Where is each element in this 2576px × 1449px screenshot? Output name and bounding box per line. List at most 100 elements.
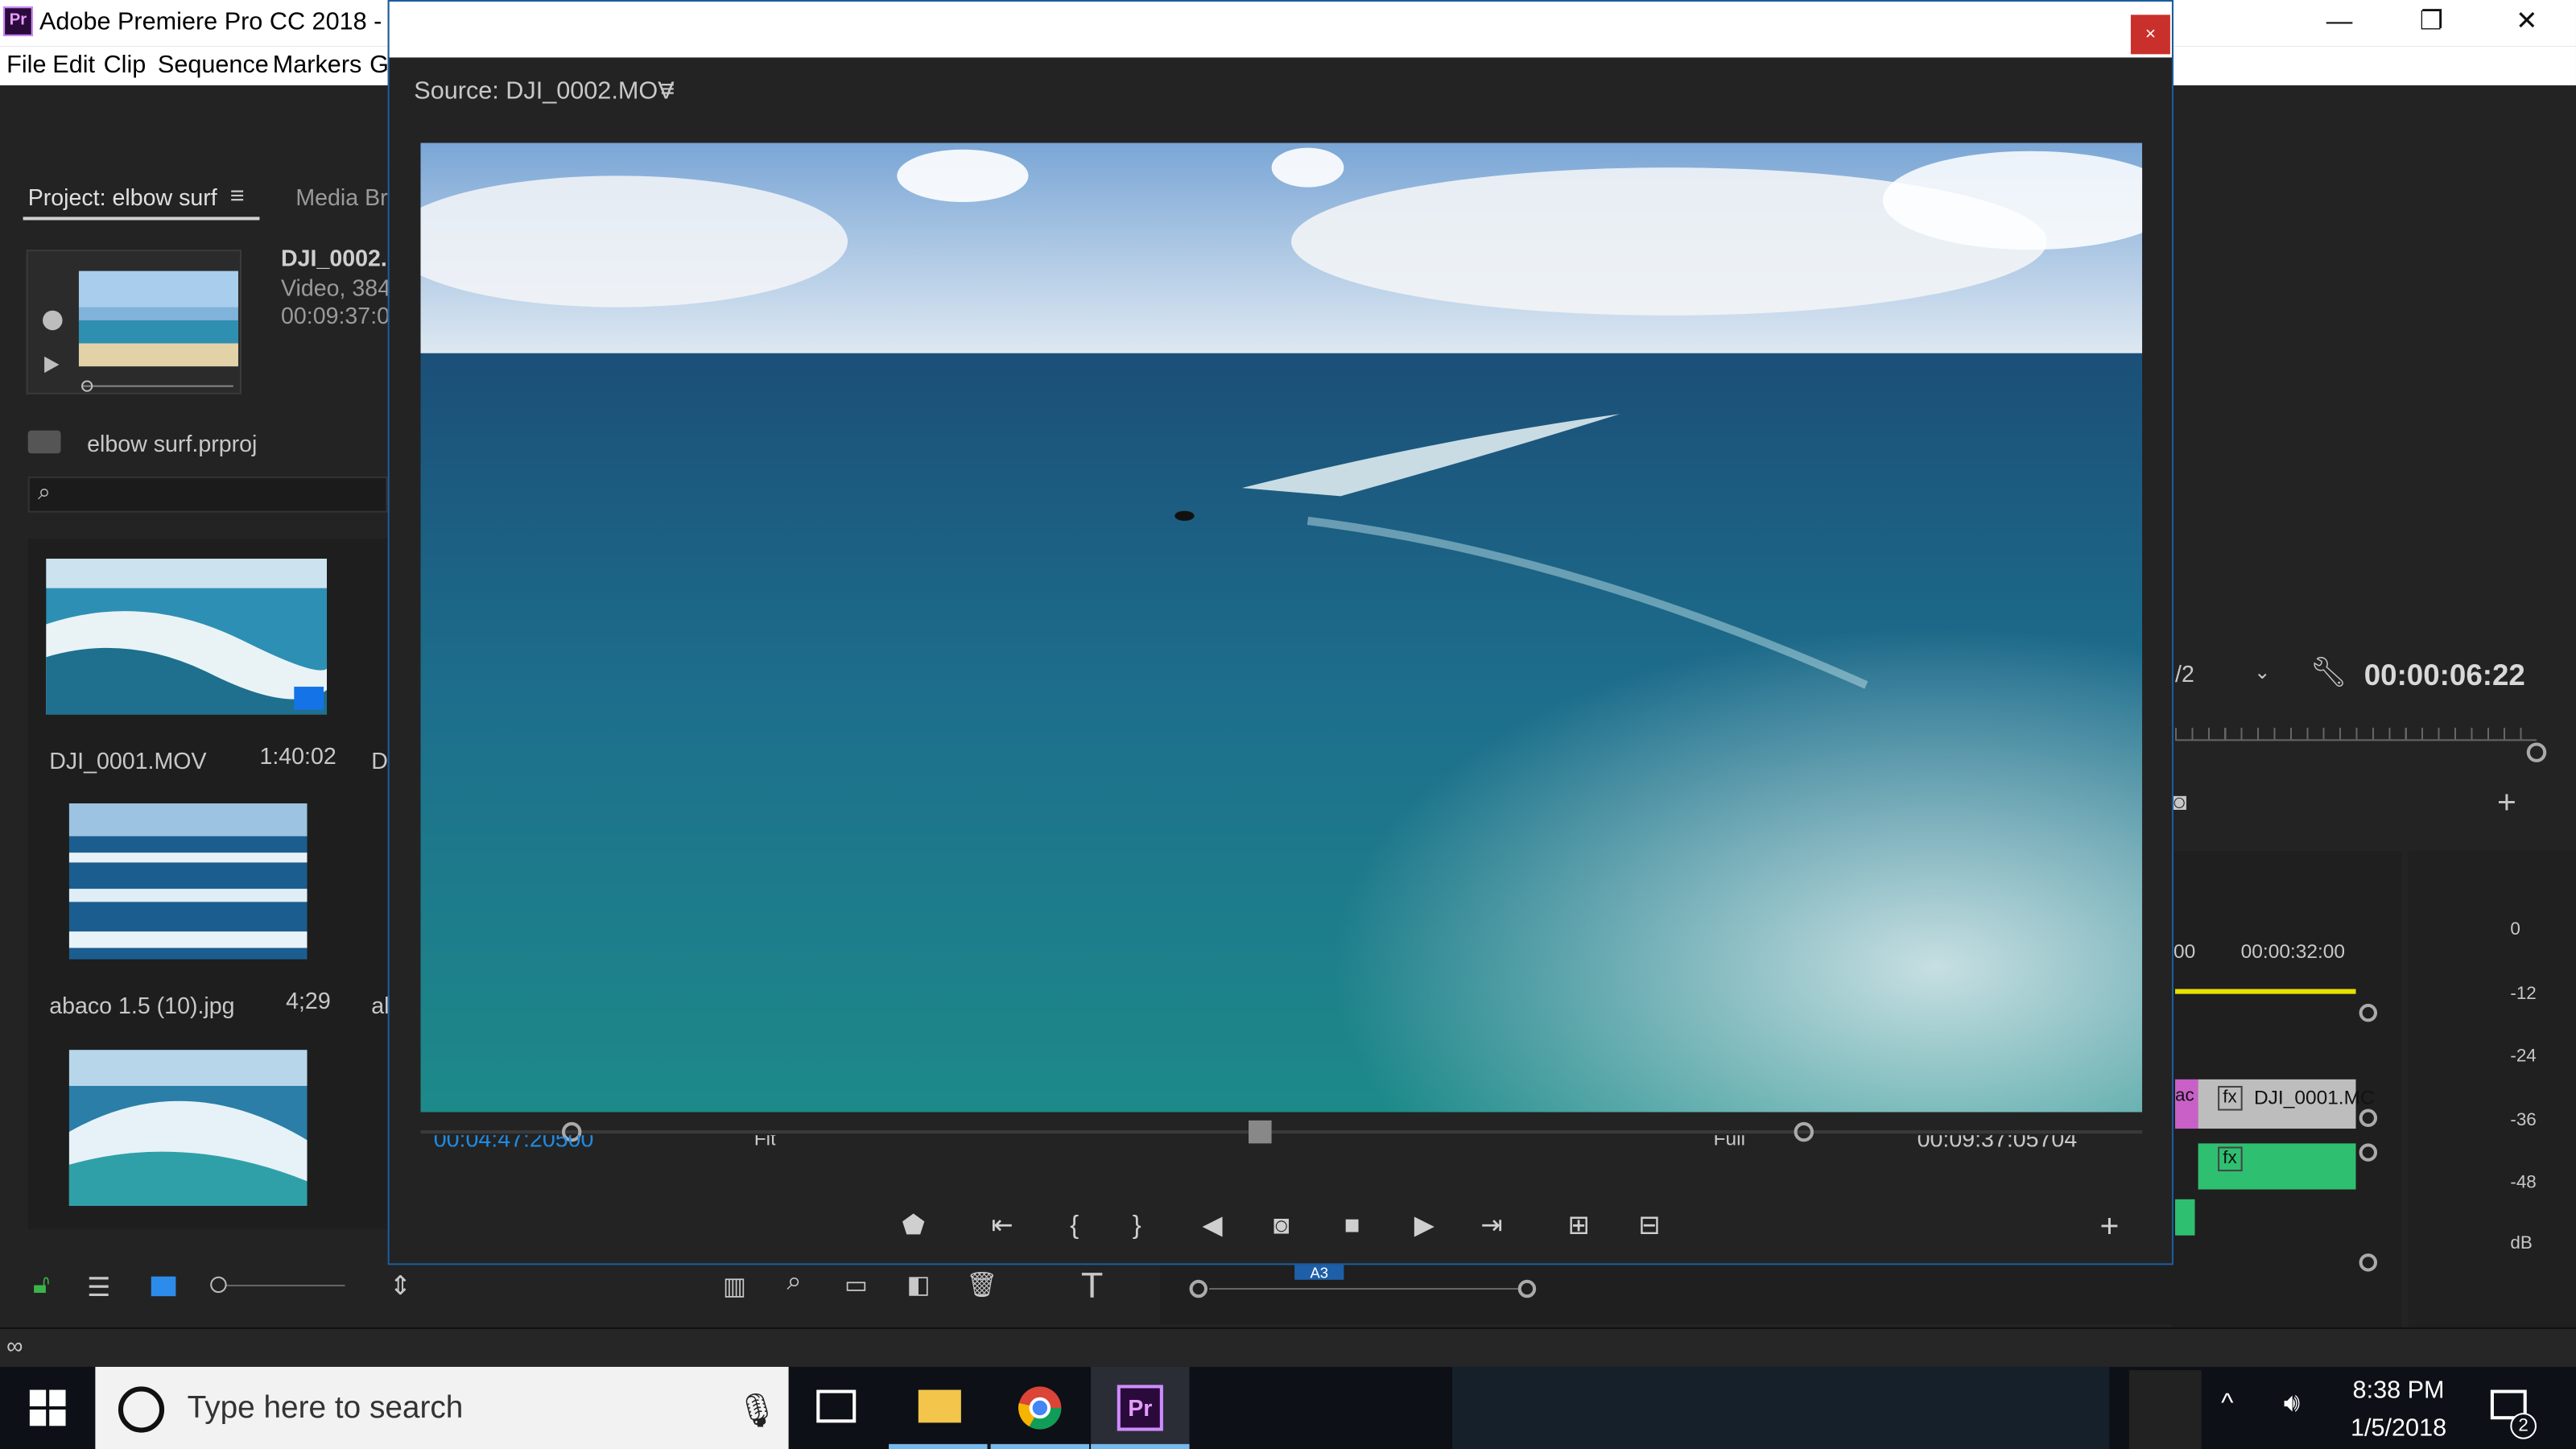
scrubber-out-handle[interactable] <box>1794 1121 1814 1142</box>
project-search-input[interactable] <box>27 476 388 513</box>
source-window-titlebar[interactable] <box>389 2 2172 58</box>
folder-icon <box>918 1389 961 1423</box>
scroll-handle[interactable] <box>2359 1253 2378 1272</box>
zoom-slider-handle[interactable] <box>210 1276 227 1294</box>
meter-tick: -36 <box>2510 1110 2537 1131</box>
timeline-clip-label: ac <box>2175 1085 2194 1106</box>
timeline-ruler-label: 00 <box>2173 939 2196 963</box>
taskbar-wallpaper-area <box>1452 1366 2110 1449</box>
tab-active-indicator <box>23 217 260 221</box>
close-button[interactable]: ✕ <box>2481 0 2573 46</box>
sort-icon[interactable]: ⇕ <box>390 1270 411 1303</box>
ocean-surf-video-image <box>420 142 2143 1113</box>
scroll-handle[interactable] <box>2359 1003 2378 1022</box>
chevron-down-icon[interactable]: ⌄ <box>2254 660 2271 683</box>
overwrite-icon[interactable]: ⊟ <box>1624 1198 1674 1257</box>
microphone-icon[interactable]: 🎙︎ <box>736 1390 778 1431</box>
transport-controls: ⬟ ⇤ { } ◀︎ ◙ ■ ▶︎ ⇥ ⊞ ⊟ + <box>390 1198 2172 1257</box>
menu-clip[interactable]: Clip <box>104 51 147 79</box>
fit-dropdown[interactable]: Fit <box>754 1135 776 1146</box>
task-view-icon[interactable] <box>816 1389 857 1423</box>
go-to-in-icon[interactable]: ⇤ <box>977 1198 1026 1257</box>
step-forward-icon[interactable]: ▶︎ <box>1400 1198 1449 1257</box>
close-icon[interactable]: × <box>2130 14 2170 55</box>
tab-project[interactable]: Project: elbow surf <box>28 184 217 211</box>
menu-markers[interactable]: Markers <box>273 51 362 79</box>
menu-sequence[interactable]: Sequence <box>158 51 269 79</box>
insert-icon[interactable]: ⊞ <box>1554 1198 1604 1257</box>
clip-preview <box>26 250 242 394</box>
mark-in-icon[interactable]: { <box>1050 1198 1099 1257</box>
scroll-handle[interactable] <box>2359 1108 2378 1127</box>
button-editor-add[interactable]: + <box>2085 1198 2134 1257</box>
mark-out-icon[interactable]: } <box>1113 1198 1162 1257</box>
taskbar-clock-time[interactable]: 8:38 PM <box>2333 1377 2464 1405</box>
source-in-timecode[interactable]: 00:04:47:20500 <box>434 1135 594 1146</box>
stop-icon[interactable]: ■ <box>1327 1198 1377 1257</box>
chevron-up-icon[interactable]: ^ <box>2221 1390 2233 1420</box>
track-label-a3[interactable]: A3 <box>1294 1265 1344 1282</box>
tab-menu-icon[interactable]: ≡ <box>230 183 245 211</box>
camera-icon[interactable]: ◙ <box>2172 789 2186 817</box>
wrench-icon[interactable]: 🔧︎ <box>2310 655 2347 690</box>
find-icon[interactable]: ⌕ <box>787 1268 802 1298</box>
meter-tick: -12 <box>2510 984 2537 1004</box>
volume-icon[interactable]: 🔊︎ <box>2284 1390 2301 1420</box>
list-view-icon[interactable]: ☰ <box>87 1272 110 1305</box>
premiere-taskbar-button[interactable]: Pr <box>1091 1366 1190 1449</box>
windows-start-icon[interactable] <box>29 1389 66 1426</box>
taskbar-clock-date[interactable]: 1/5/2018 <box>2333 1414 2464 1443</box>
type-tool-icon[interactable]: T <box>1081 1265 1103 1307</box>
zoom-slider-track[interactable] <box>226 1284 345 1286</box>
bin-item-thumbnail[interactable] <box>68 803 308 960</box>
taskbar-search-placeholder[interactable]: Type here to search <box>188 1392 464 1428</box>
menu-edit[interactable]: Edit <box>52 51 95 79</box>
timeline-zoom-handle-right[interactable] <box>1517 1279 1537 1298</box>
surfer-figure <box>1174 510 1195 521</box>
cortana-icon[interactable] <box>118 1386 165 1433</box>
source-video-frame[interactable] <box>420 142 2143 1113</box>
export-frame-camera-icon[interactable]: ◙ <box>1257 1198 1306 1257</box>
add-button[interactable]: + <box>2497 786 2516 824</box>
icon-view-icon[interactable] <box>151 1276 176 1297</box>
new-bin-icon[interactable]: ▭ <box>844 1270 868 1300</box>
program-ruler <box>2175 728 2537 741</box>
chrome-icon <box>1018 1386 1062 1430</box>
work-area-bar[interactable] <box>2175 989 2356 994</box>
resolution-dropdown[interactable]: Full <box>1714 1135 1745 1146</box>
zoom-handle[interactable] <box>2526 742 2547 762</box>
scrubber-center-icon[interactable] <box>1249 1120 1272 1144</box>
scroll-handle[interactable] <box>2359 1143 2378 1162</box>
file-explorer-taskbar-button[interactable] <box>889 1367 988 1449</box>
timeline-ruler-label: 00:00:32:00 <box>2240 939 2346 963</box>
timeline-zoom-track[interactable] <box>1209 1287 1518 1290</box>
bin-item-peek-label: D <box>371 747 388 774</box>
go-to-out-icon[interactable]: ⇥ <box>1467 1198 1516 1257</box>
step-back-icon[interactable]: ◀︎ <box>1187 1198 1236 1257</box>
source-scrubber[interactable] <box>420 1120 2143 1144</box>
lock-icon[interactable]: 🔓︎ <box>33 1272 50 1302</box>
maximize-button[interactable]: ❐ <box>2385 0 2477 46</box>
source-title: Source: DJI_0002.MOV <box>414 76 675 105</box>
fx-badge-icon: fx <box>2218 1085 2242 1111</box>
meter-tick: 0 <box>2510 919 2520 940</box>
timeline-zoom-handle-left[interactable] <box>1189 1279 1208 1298</box>
bin-item-name: DJI_0001.MOV <box>49 747 207 774</box>
menu-file[interactable]: File <box>6 51 46 79</box>
add-marker-icon[interactable]: ⬟ <box>889 1198 938 1257</box>
minimize-button[interactable]: — <box>2293 0 2385 46</box>
new-item-icon[interactable]: ◧ <box>907 1270 931 1300</box>
automate-to-sequence-icon[interactable]: ▥ <box>723 1272 746 1302</box>
audio-clip[interactable] <box>2175 1199 2195 1236</box>
tab-media-browser[interactable]: Media Br <box>295 184 387 211</box>
chrome-taskbar-button[interactable] <box>990 1367 1090 1449</box>
bin-item-thumbnail[interactable] <box>68 1050 308 1206</box>
bin-item-thumbnail[interactable] <box>46 558 328 715</box>
panel-menu-icon[interactable]: ≡ <box>660 76 675 104</box>
creative-cloud-icon[interactable]: ∞ <box>6 1332 23 1359</box>
trash-icon[interactable]: 🗑︎ <box>966 1270 997 1300</box>
people-icon[interactable] <box>2128 1370 2202 1449</box>
menu-graphics[interactable]: G <box>369 51 389 79</box>
preview-clip-info: Video, 384 <box>280 274 391 301</box>
zoom-dropdown[interactable]: /2 <box>2175 660 2194 687</box>
